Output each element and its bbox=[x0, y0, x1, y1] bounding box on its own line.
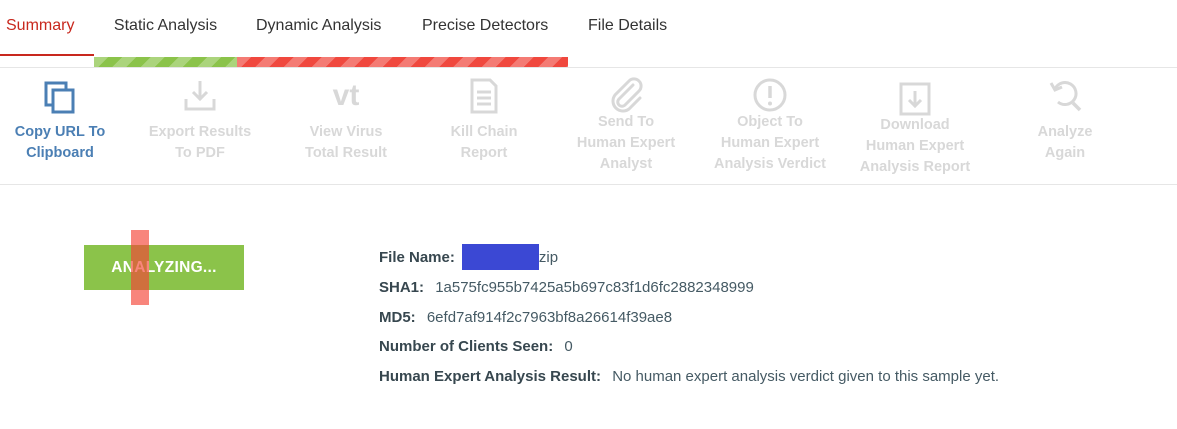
clients-seen-value: 0 bbox=[564, 338, 573, 356]
export-pdf-label: Export Results To PDF bbox=[148, 124, 252, 161]
object-to-verdict-label: Object To Human Expert Analysis Verdict bbox=[713, 114, 827, 172]
tab-static-analysis[interactable]: Static Analysis bbox=[94, 0, 237, 56]
send-to-human-expert-button[interactable]: Send To Human Expert Analyst bbox=[556, 69, 696, 185]
exclamation-icon bbox=[750, 75, 790, 115]
document-icon bbox=[464, 77, 504, 117]
sha1-value: 1a575fc955b7425a5b697c83f1d6fc2882348999 bbox=[435, 278, 754, 296]
static-analysis-progress-bar bbox=[94, 57, 237, 67]
view-virustotal-label: View Virus Total Result bbox=[305, 124, 387, 161]
export-pdf-button[interactable]: Export Results To PDF bbox=[130, 69, 270, 185]
reanalyze-icon bbox=[1045, 75, 1085, 115]
download-icon bbox=[180, 77, 220, 117]
md5-value: 6efd7af914f2c7963bf8a26614f39ae8 bbox=[426, 308, 673, 326]
virustotal-icon: vt bbox=[326, 75, 366, 115]
md5-label: MD5: bbox=[379, 308, 416, 326]
paperclip-icon bbox=[606, 75, 646, 115]
svg-text:vt: vt bbox=[333, 79, 360, 112]
human-expert-result-row: Human Expert Analysis Result: No human e… bbox=[379, 362, 999, 392]
download-report-icon bbox=[895, 79, 935, 119]
tab-dynamic-analysis[interactable]: Dynamic Analysis bbox=[237, 0, 402, 56]
object-to-verdict-button[interactable]: Object To Human Expert Analysis Verdict bbox=[700, 69, 840, 185]
download-human-expert-report-button[interactable]: Download Human Expert Analysis Report bbox=[845, 69, 985, 185]
analyzing-progress-indicator bbox=[131, 230, 149, 305]
file-name-value: zip bbox=[538, 249, 559, 266]
dynamic-analysis-progress-bar bbox=[237, 57, 568, 67]
copy-icon bbox=[40, 79, 80, 119]
copy-url-button[interactable]: Copy URL To Clipboard bbox=[0, 69, 130, 185]
tab-summary[interactable]: Summary bbox=[0, 0, 94, 56]
analyze-again-label: Analyze Again bbox=[1037, 124, 1093, 161]
view-virustotal-button[interactable]: vt View Virus Total Result bbox=[276, 69, 416, 185]
file-name-label: File Name: bbox=[379, 249, 455, 266]
kill-chain-report-label: Kill Chain Report bbox=[450, 124, 518, 161]
analyze-again-button[interactable]: Analyze Again bbox=[995, 69, 1135, 185]
file-details-panel: File Name: zip SHA1: 1a575fc955b7425a5b69… bbox=[379, 243, 999, 392]
clients-seen-row: Number of Clients Seen: 0 bbox=[379, 332, 999, 362]
md5-row: MD5: 6efd7af914f2c7963bf8a26614f39ae8 bbox=[379, 303, 999, 333]
action-toolbar: Copy URL To Clipboard Export Results To … bbox=[0, 69, 1177, 185]
tab-file-details[interactable]: File Details bbox=[568, 0, 698, 56]
copy-url-label: Copy URL To Clipboard bbox=[14, 124, 106, 161]
file-name-row: File Name: zip bbox=[379, 243, 999, 273]
download-human-expert-report-label: Download Human Expert Analysis Report bbox=[859, 117, 971, 175]
clients-seen-label: Number of Clients Seen: bbox=[379, 338, 554, 356]
human-expert-result-label: Human Expert Analysis Result: bbox=[379, 368, 602, 386]
sha1-row: SHA1: 1a575fc955b7425a5b697c83f1d6fc2882… bbox=[379, 273, 999, 303]
kill-chain-report-button[interactable]: Kill Chain Report bbox=[414, 69, 554, 185]
sha1-label: SHA1: bbox=[379, 278, 425, 296]
human-expert-result-value: No human expert analysis verdict given t… bbox=[612, 368, 1000, 386]
tab-bar: Summary Static Analysis Dynamic Analysis… bbox=[0, 0, 1177, 68]
redacted-filename-block bbox=[461, 244, 539, 271]
send-to-human-expert-label: Send To Human Expert Analyst bbox=[576, 114, 676, 172]
analyzing-status-badge: ANALYZING... bbox=[84, 245, 244, 290]
analyzing-status-text: ANALYZING... bbox=[111, 259, 217, 276]
tab-precise-detectors[interactable]: Precise Detectors bbox=[402, 0, 568, 56]
